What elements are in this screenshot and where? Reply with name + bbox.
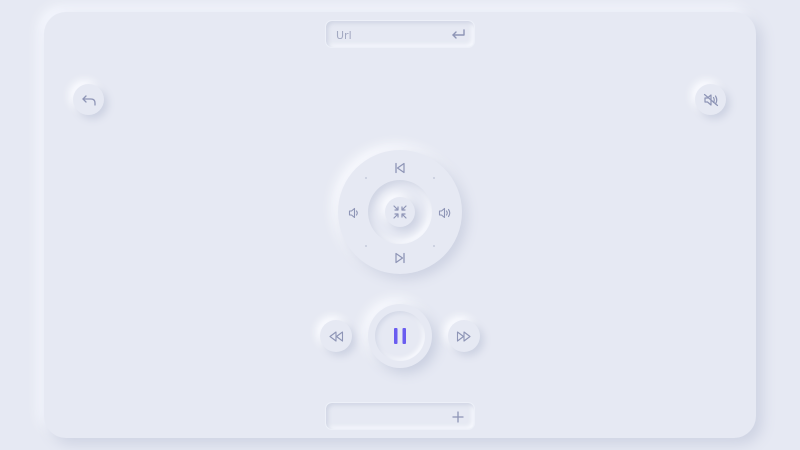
enter-return-icon[interactable] <box>450 27 466 43</box>
fast-forward-button[interactable] <box>448 320 480 352</box>
fast-forward-icon <box>456 330 472 342</box>
dial-volume-down-button[interactable] <box>344 203 364 223</box>
rewind-icon <box>328 330 344 342</box>
rewind-button[interactable] <box>320 320 352 352</box>
dial-dot <box>433 245 435 247</box>
pause-icon <box>393 327 407 345</box>
fullscreen-collapse-icon <box>393 205 407 219</box>
url-input[interactable] <box>334 24 448 46</box>
add-input[interactable] <box>334 406 448 428</box>
volume-low-icon <box>348 207 361 219</box>
dial-skip-back-button[interactable] <box>390 158 410 178</box>
dial-dot <box>433 177 435 179</box>
mute-button[interactable] <box>695 84 726 115</box>
fullscreen-button[interactable] <box>385 197 415 227</box>
dial-skip-forward-button[interactable] <box>390 248 410 268</box>
dial-volume-up-button[interactable] <box>435 203 455 223</box>
dial-dot <box>365 177 367 179</box>
skip-forward-icon <box>394 252 406 264</box>
skip-back-icon <box>394 162 406 174</box>
url-bar <box>325 20 475 48</box>
back-button[interactable] <box>73 84 104 115</box>
play-pause-well <box>375 311 425 361</box>
dial-dot <box>365 245 367 247</box>
add-bar <box>325 402 475 430</box>
plus-icon[interactable] <box>450 409 466 425</box>
volume-high-icon <box>438 207 453 219</box>
play-pause-button[interactable] <box>368 304 432 368</box>
undo-arrow-icon <box>81 94 96 106</box>
speaker-muted-icon <box>703 93 719 107</box>
